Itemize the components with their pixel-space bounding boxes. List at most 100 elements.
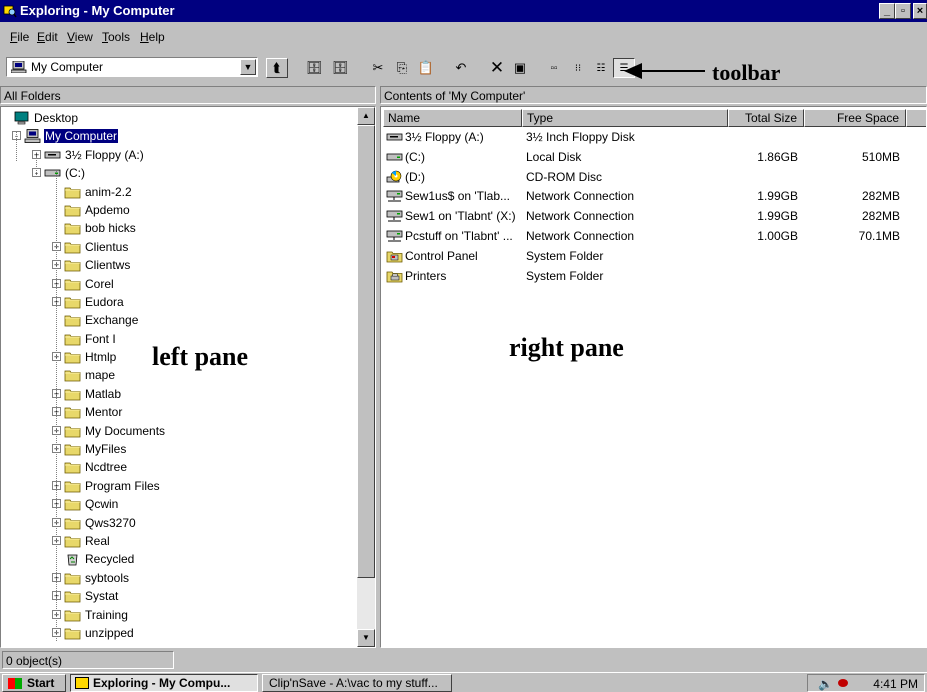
tree-item[interactable]: + Mentor	[1, 403, 357, 421]
tree-item[interactable]: + Program Files	[1, 477, 357, 495]
tree-item[interactable]: + Qws3270	[1, 514, 357, 532]
menu-tools[interactable]: Tools	[102, 30, 130, 44]
volume-icon[interactable]: 🔈	[818, 677, 833, 691]
tree-item[interactable]: + Clientus	[1, 238, 357, 256]
list-item[interactable]: (D:) CD-ROM Disc	[383, 168, 926, 187]
menu-view[interactable]: View	[67, 30, 93, 44]
tree-item[interactable]: + Eudora	[1, 293, 357, 311]
clock[interactable]: 4:41 PM	[873, 677, 918, 691]
address-combobox[interactable]: My Computer ▼	[6, 57, 258, 77]
floppy-drive-icon	[386, 130, 403, 144]
delete-button[interactable]: ✕	[486, 58, 508, 78]
left-scrollbar[interactable]: ▲ ▼	[357, 107, 375, 647]
map-network-drive-button[interactable]: 🗄	[303, 58, 325, 78]
tree-item[interactable]: bob hicks	[1, 219, 357, 237]
all-folders-label: All Folders	[4, 89, 61, 103]
item-type: Network Connection	[526, 209, 635, 224]
tree-item[interactable]: Desktop	[1, 109, 357, 127]
scroll-thumb[interactable]	[357, 125, 375, 578]
folder-icon	[64, 277, 81, 291]
tree-item-label: unzipped	[85, 625, 134, 640]
annotation-toolbar-label: toolbar	[712, 60, 781, 85]
close-icon: ×	[916, 5, 924, 17]
maximize-button[interactable]: ▫	[895, 3, 911, 19]
tree-item[interactable]: + Matlab	[1, 385, 357, 403]
tree-item[interactable]: Ncdtree	[1, 458, 357, 476]
network-tray-icon[interactable]	[838, 679, 848, 687]
list-item[interactable]: Sew1 on 'Tlabnt' (X:) Network Connection 1…	[383, 207, 926, 226]
title-bar[interactable]: Exploring - My Computer _ ▫ ×	[0, 0, 927, 22]
item-type: System Folder	[526, 248, 604, 263]
control-panel-icon	[386, 249, 403, 263]
list-item[interactable]: Control Panel System Folder	[383, 247, 926, 266]
menu-help[interactable]: Help	[140, 30, 165, 44]
list-item[interactable]: 3½ Floppy (A:) 3½ Inch Floppy Disk	[383, 128, 926, 147]
close-button[interactable]: ×	[913, 3, 927, 19]
copy-button[interactable]: ⎘	[391, 58, 413, 78]
tree-item[interactable]: + Qcwin	[1, 495, 357, 513]
properties-icon: ▣	[513, 60, 527, 75]
toolbar: My Computer ▼ ⮬ 🗄 🗄 ✂ ⎘ 📋 ↶ ✕ ▣ ▫▫ ⁝⁝ ☷ …	[0, 50, 927, 84]
tree-item[interactable]: - (C:)	[1, 164, 357, 182]
folder-icon	[64, 589, 81, 603]
start-button[interactable]: Start	[2, 674, 66, 692]
tree-item[interactable]: + Training	[1, 606, 357, 624]
column-header-name[interactable]: Name	[383, 109, 522, 127]
task-exploring[interactable]: Exploring - My Compu...	[70, 674, 258, 692]
tree-item[interactable]: + Systat	[1, 587, 357, 605]
tree-item[interactable]: + unzipped	[1, 624, 357, 642]
tree-connector-line	[16, 131, 17, 161]
tree-item[interactable]: Recycled	[1, 550, 357, 568]
tree-item[interactable]: + Clientws	[1, 256, 357, 274]
tree-item[interactable]: Apdemo	[1, 201, 357, 219]
list-item[interactable]: (C:) Local Disk 1.86GB 510MB	[383, 148, 926, 167]
tree-item[interactable]: + Real	[1, 532, 357, 550]
restore-icon: ▫	[901, 5, 905, 17]
menu-file[interactable]: File	[10, 30, 29, 44]
undo-button[interactable]: ↶	[450, 58, 472, 78]
address-dropdown-button[interactable]: ▼	[240, 59, 256, 75]
up-one-level-button[interactable]: ⮬	[266, 58, 288, 78]
minimize-button[interactable]: _	[879, 3, 895, 19]
tree-item-label: Qws3270	[85, 515, 136, 530]
tree-item[interactable]: +3½ Floppy (A:)	[1, 146, 357, 164]
network-drive-icon	[386, 229, 403, 243]
tree-item[interactable]: + My Documents	[1, 422, 357, 440]
list-item[interactable]: Pcstuff on 'Tlabnt' ... Network Connectio…	[383, 227, 926, 246]
tree-item[interactable]: anim-2.2	[1, 183, 357, 201]
column-header-total-size[interactable]: Total Size	[728, 109, 804, 127]
contents-pane[interactable]: Name Type Total Size Free Space 3½ Flopp…	[380, 106, 927, 648]
computer-icon	[11, 61, 27, 73]
large-icons-button[interactable]: ▫▫	[543, 58, 565, 78]
scroll-up-button[interactable]: ▲	[357, 107, 375, 125]
paste-button[interactable]: 📋	[415, 58, 437, 78]
disconnect-network-drive-button[interactable]: 🗄	[329, 58, 351, 78]
folder-icon	[64, 368, 81, 382]
tree-item[interactable]: Exchange	[1, 311, 357, 329]
minimize-icon: _	[883, 5, 891, 17]
item-name: 3½ Floppy (A:)	[405, 130, 484, 144]
scissors-icon: ✂	[372, 60, 384, 75]
tree-item[interactable]: + MyFiles	[1, 440, 357, 458]
item-free-space: 282MB	[861, 189, 900, 204]
small-icons-button[interactable]: ⁝⁝	[567, 58, 589, 78]
folder-tree-pane[interactable]: Desktop - My Computer +3½ Floppy (A:) - (C:) a…	[0, 106, 376, 648]
dropdown-arrow-icon: ▼	[243, 62, 253, 72]
menu-edit[interactable]: Edit	[37, 30, 58, 44]
column-header-type[interactable]: Type	[522, 109, 728, 127]
tree-item[interactable]: + sybtools	[1, 569, 357, 587]
task-clipnsave[interactable]: Clip'nSave - A:\vac to my stuff...	[262, 674, 452, 692]
list-item[interactable]: Sew1us$ on 'Tlab... Network Connection 1.9…	[383, 187, 926, 206]
list-view-button[interactable]: ☷	[590, 58, 612, 78]
properties-button[interactable]: ▣	[509, 58, 531, 78]
taskbar: Start Exploring - My Compu... Clip'nSave…	[0, 672, 927, 692]
address-value: My Computer	[31, 60, 104, 74]
column-header-free-space[interactable]: Free Space	[804, 109, 906, 127]
list-item[interactable]: Printers System Folder	[383, 267, 926, 286]
tree-item[interactable]: + Corel	[1, 275, 357, 293]
scroll-down-button[interactable]: ▼	[357, 629, 375, 647]
tree-item[interactable]: - My Computer	[1, 127, 357, 145]
cut-button[interactable]: ✂	[367, 58, 389, 78]
hard-drive-icon	[386, 150, 403, 164]
tree-item-label: Clientus	[85, 239, 129, 254]
